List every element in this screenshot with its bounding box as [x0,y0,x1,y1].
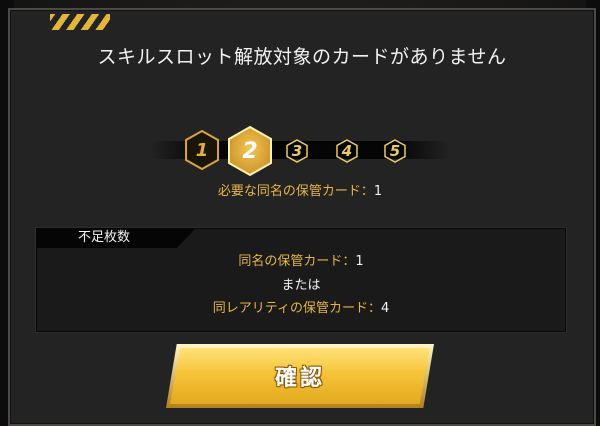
skill-slot-4: 4 [336,139,358,163]
skill-slot-3: 3 [286,139,308,163]
shortage-same-name-label: 同名の保管カード [238,254,343,269]
shortage-same-rarity-label: 同レアリティの保管カード [212,301,368,316]
skill-slot-number: 2 [242,138,258,164]
required-cards-label: 必要な同名の保管カード [217,184,361,199]
confirm-button-label: 確認 [274,366,325,391]
skill-slot-5: 5 [384,139,406,163]
shortage-same-name-separator: ： [342,254,356,269]
hazard-stripes-decoration [50,14,110,30]
shortage-same-name-line: 同名の保管カード：1 [36,250,566,269]
shortage-header: 不足枚数 [36,228,196,248]
shortage-panel: 不足枚数 同名の保管カード：1 または 同レアリティの保管カード：4 [35,227,567,333]
dialog-title: スキルスロット解放対象のカードがありません [97,46,507,68]
shortage-same-name-value: 1 [355,254,364,269]
required-cards-separator: ： [360,184,374,199]
skill-slot-number: 1 [195,139,209,161]
shortage-same-rarity-separator: ： [367,301,381,316]
skill-slot-number: 3 [291,142,303,160]
shortage-same-rarity-value: 4 [380,301,390,316]
skill-slot-number: 4 [341,142,353,160]
required-cards-value: 1 [373,184,383,199]
shortage-or-text: または [281,278,321,293]
skill-slot-number: 5 [389,142,401,160]
confirm-button[interactable]: 確認 [170,348,430,404]
required-cards-text: 必要な同名の保管カード：1 [0,180,600,199]
skill-slot-1: 1 [184,130,220,170]
skill-slot-2-selected: 2 [226,125,274,177]
shortage-same-rarity-line: 同レアリティの保管カード：4 [36,297,566,316]
